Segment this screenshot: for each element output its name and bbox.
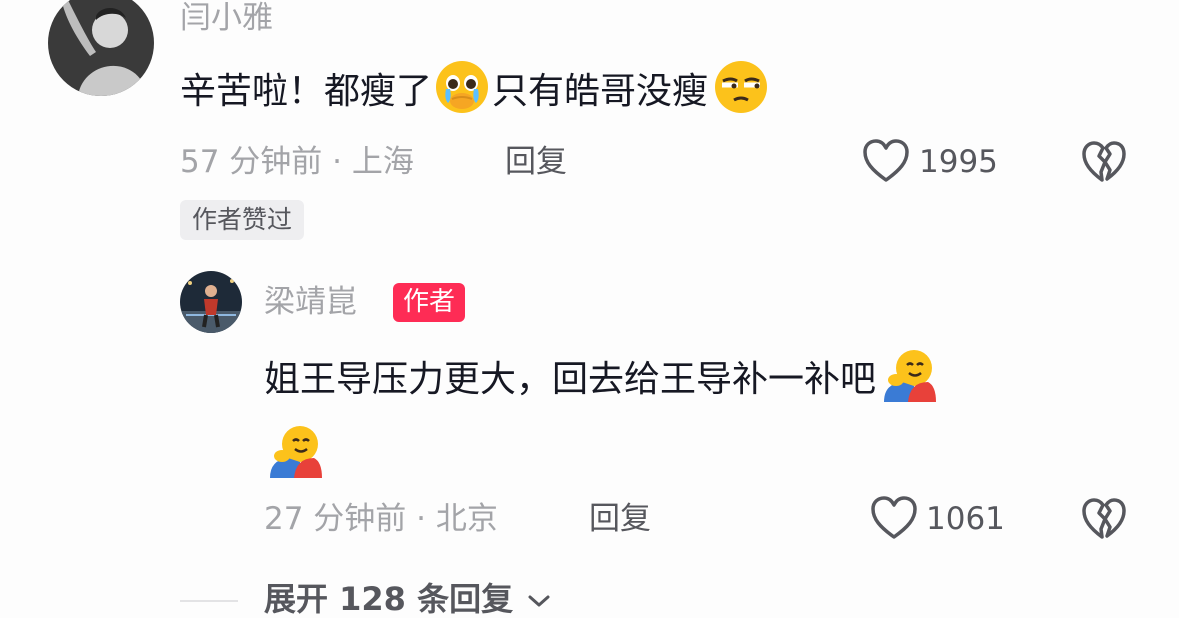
- expand-replies-label: 展开 128 条回复: [264, 580, 514, 618]
- reply-username[interactable]: 梁靖崑: [264, 287, 357, 318]
- divider: [180, 600, 238, 602]
- reply-avatar[interactable]: [180, 271, 242, 333]
- comment-like-count: 1995: [919, 144, 998, 180]
- people-hugging-emoji-icon: [884, 350, 937, 402]
- comment-text: 辛苦啦！都瘦了 只有皓哥没瘦: [180, 61, 770, 115]
- comment-text-part1: 辛苦啦！都瘦了: [180, 71, 433, 112]
- people-hugging-emoji-icon: [266, 422, 324, 478]
- chevron-down-icon: [528, 595, 550, 607]
- unamused-face-emoji-icon: [715, 61, 768, 113]
- comment-time-location: 57 分钟前 · 上海: [180, 144, 414, 180]
- comment-text-part2: 只有皓哥没瘦: [492, 71, 709, 112]
- reply-text: 姐王导压力更大，回去给王导补一补吧: [264, 359, 877, 400]
- heart-outline-icon[interactable]: [870, 495, 918, 541]
- liked-by-author-badge: 作者赞过: [180, 200, 305, 240]
- reply-text-line1: 姐王导压力更大，回去给王导补一补吧: [264, 350, 938, 402]
- reply-time-location: 27 分钟前 · 北京: [264, 501, 498, 537]
- expand-replies-button[interactable]: 展开 128 条回复: [264, 583, 552, 615]
- teary-eyed-emoji-icon: [436, 61, 489, 113]
- comment-reply-button[interactable]: 回复: [505, 147, 567, 178]
- author-badge: 作者: [393, 283, 466, 322]
- comment-username[interactable]: 闫小雅: [180, 3, 273, 34]
- avatar[interactable]: [48, 0, 154, 96]
- broken-heart-icon[interactable]: [1081, 140, 1127, 184]
- heart-outline-icon[interactable]: [862, 138, 910, 184]
- broken-heart-icon[interactable]: [1081, 497, 1127, 541]
- reply-reply-button[interactable]: 回复: [589, 504, 651, 535]
- reply-like-count: 1061: [926, 501, 1005, 537]
